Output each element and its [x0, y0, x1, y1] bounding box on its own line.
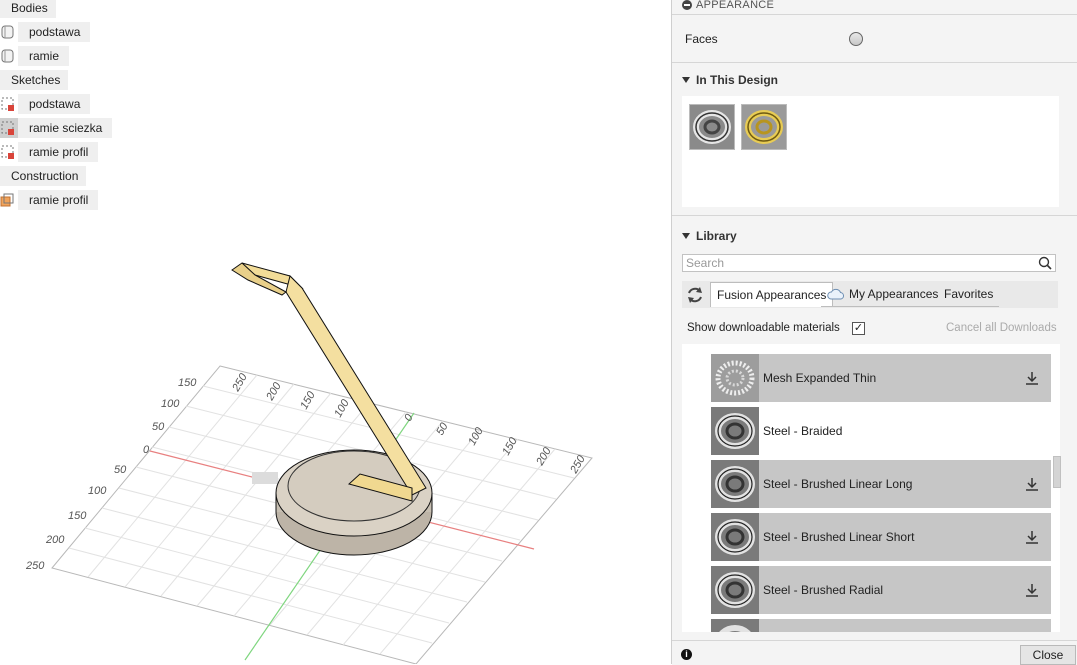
sketch-icon: [0, 142, 18, 162]
sketch-icon: [0, 118, 18, 138]
tab-fusion-appearances[interactable]: Fusion Appearances: [710, 282, 834, 307]
material-name: Steel - Braided: [763, 424, 843, 438]
tick-label: 150: [178, 377, 197, 389]
folder-sketches[interactable]: Sketches: [0, 70, 69, 90]
folder-bodies[interactable]: Bodies: [0, 0, 56, 18]
body-icon: [0, 22, 18, 42]
body-label: ramie: [18, 46, 70, 66]
tab-my-appearances[interactable]: My Appearances: [821, 282, 945, 307]
material-name: Steel - Brushed Linear Short: [763, 530, 915, 544]
folder-construction[interactable]: Construction: [0, 166, 87, 186]
tick-label: 0: [143, 444, 150, 456]
origin-marker: [252, 472, 278, 484]
tab-label: My Appearances: [849, 287, 939, 301]
steel-thumbnail: [711, 460, 759, 508]
material-row-partial[interactable]: [711, 619, 1051, 632]
folder-label: Bodies: [0, 0, 56, 18]
sketch-label: ramie sciezka: [18, 118, 113, 138]
material-name: Mesh Expanded Thin: [763, 371, 877, 385]
download-icon[interactable]: [1025, 583, 1039, 600]
tick-label: 100: [161, 398, 180, 410]
viewport-canvas: 150 100 50 0 50 100 150 200 250 250 200 …: [25, 262, 593, 664]
material-list[interactable]: Mesh Expanded Thin Steel - Braided Steel…: [682, 344, 1060, 632]
collapse-icon[interactable]: [682, 0, 692, 10]
download-icon[interactable]: [1025, 371, 1039, 388]
construction-label: ramie profil: [18, 190, 99, 210]
chevron-down-icon: [682, 77, 690, 83]
info-icon[interactable]: i: [681, 649, 692, 660]
section-title: Library: [696, 229, 737, 243]
folder-label: Sketches: [0, 70, 69, 90]
steel-thumbnail: [711, 619, 759, 632]
faces-radio[interactable]: [849, 32, 863, 46]
close-button[interactable]: Close: [1020, 645, 1076, 665]
steel-thumbnail: [711, 566, 759, 614]
sketch-icon: [0, 94, 18, 114]
search-input[interactable]: [683, 255, 1026, 271]
cancel-downloads-link[interactable]: Cancel all Downloads: [946, 322, 1057, 334]
material-row[interactable]: Steel - Brushed Radial: [711, 566, 1051, 614]
gold-swatch[interactable]: [741, 104, 787, 150]
tick-label: 50: [114, 464, 127, 476]
panel-title: APPEARANCE: [696, 0, 775, 11]
download-icon[interactable]: [1025, 477, 1039, 494]
material-name: Steel - Brushed Linear Long: [763, 477, 913, 491]
divider: [672, 62, 1077, 63]
download-icon[interactable]: [1025, 530, 1039, 547]
in-this-design-box: [682, 96, 1059, 207]
search-icon[interactable]: [1038, 256, 1052, 273]
tick-label: 50: [152, 421, 165, 433]
search-box[interactable]: [682, 254, 1056, 272]
list-scrollbar[interactable]: [1053, 456, 1061, 488]
faces-label: Faces: [685, 32, 718, 46]
sketch-item-podstawa[interactable]: podstawa: [0, 94, 91, 114]
refresh-icon[interactable]: [685, 285, 705, 308]
material-row[interactable]: Steel - Brushed Linear Short: [711, 513, 1051, 561]
show-downloadable-checkbox[interactable]: ✓: [852, 322, 865, 335]
sketch-item-ramie-sciezka[interactable]: ramie sciezka: [0, 118, 113, 138]
section-title: In This Design: [696, 73, 779, 87]
tick-label: 200: [45, 534, 65, 546]
body-icon: [0, 46, 18, 66]
body-label: podstawa: [18, 22, 91, 42]
material-row[interactable]: Mesh Expanded Thin: [711, 354, 1051, 402]
sketch-label: podstawa: [18, 94, 91, 114]
tick-label: 100: [88, 485, 107, 497]
construction-item-ramie-profil[interactable]: ramie profil: [0, 190, 99, 210]
chevron-down-icon: [682, 233, 690, 239]
material-row[interactable]: Steel - Braided: [711, 407, 1051, 455]
sketch-item-ramie-profil[interactable]: ramie profil: [0, 142, 99, 162]
body-item-podstawa[interactable]: podstawa: [0, 22, 91, 42]
material-row[interactable]: Steel - Brushed Linear Long: [711, 460, 1051, 508]
steel-thumbnail: [711, 513, 759, 561]
tick-label: 250: [25, 560, 45, 572]
sketch-label: ramie profil: [18, 142, 99, 162]
in-this-design-header[interactable]: In This Design: [682, 73, 778, 87]
steel-thumbnail: [711, 407, 759, 455]
divider: [672, 14, 1077, 15]
body-item-ramie[interactable]: ramie: [0, 46, 70, 66]
divider: [672, 215, 1077, 216]
panel-footer: i Close: [672, 640, 1077, 665]
mesh-thumbnail: [711, 354, 759, 402]
3d-viewport[interactable]: 150 100 50 0 50 100 150 200 250 250 200 …: [0, 0, 670, 664]
folder-label: Construction: [0, 166, 87, 186]
library-tabs: Fusion Appearances My Appearances Favori…: [682, 281, 1058, 308]
library-header[interactable]: Library: [682, 229, 737, 243]
steel-swatch[interactable]: [689, 104, 735, 150]
material-name: Steel - Brushed Radial: [763, 583, 884, 597]
cloud-icon: [827, 288, 845, 300]
appearance-panel: APPEARANCE Faces In This Design Library …: [671, 0, 1077, 665]
plane-icon: [0, 190, 18, 210]
panel-header[interactable]: APPEARANCE: [682, 0, 774, 13]
show-downloadable-label: Show downloadable materials: [687, 322, 840, 334]
tick-label: 150: [68, 510, 87, 522]
tab-favorites[interactable]: Favorites: [938, 282, 1000, 307]
